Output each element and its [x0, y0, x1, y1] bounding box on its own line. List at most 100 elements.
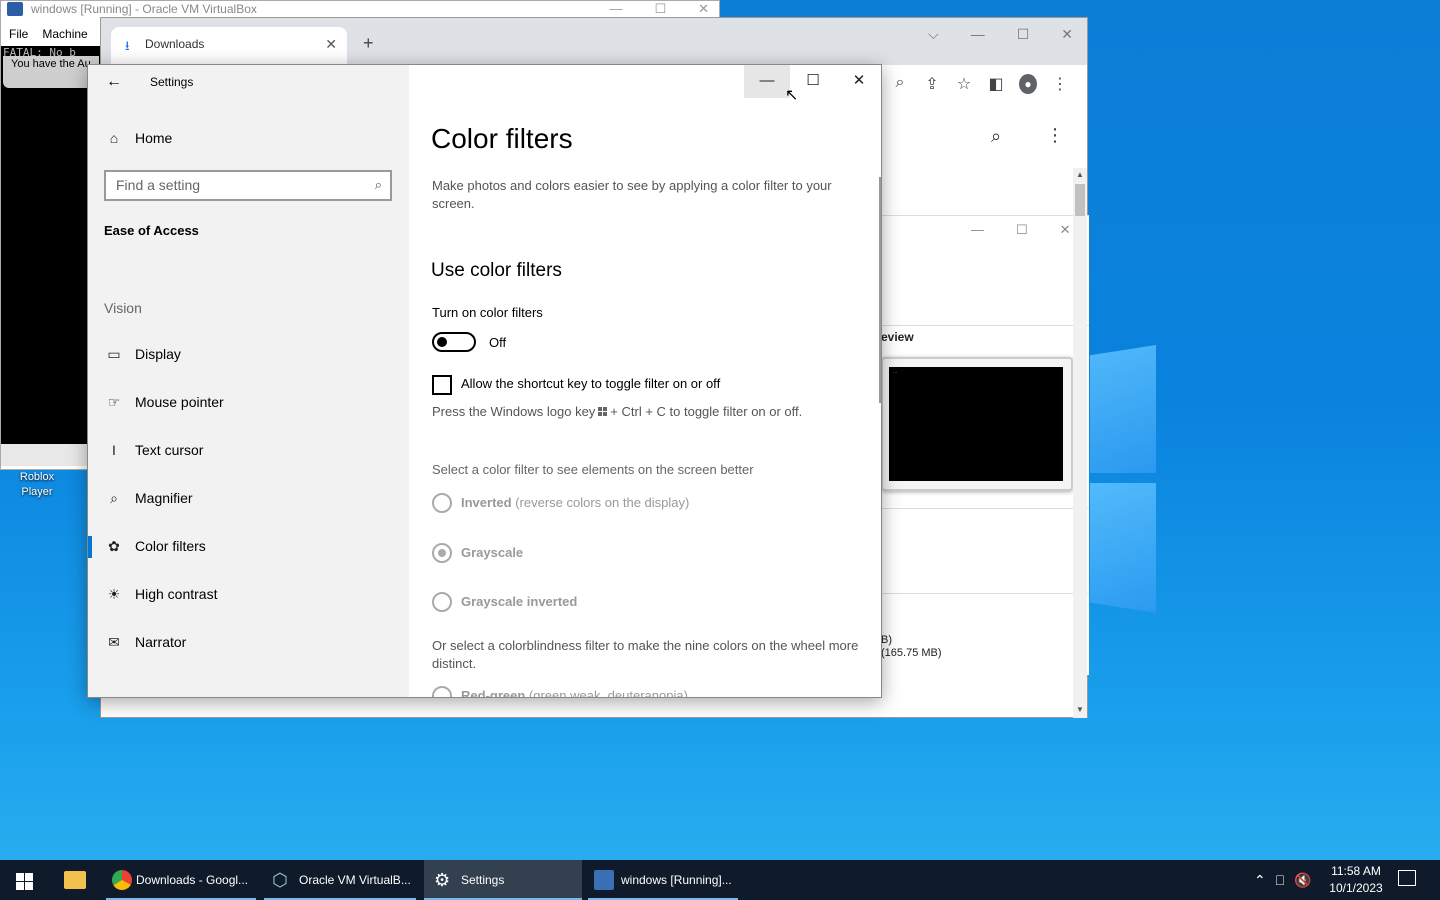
- scrollbar-thumb[interactable]: [1075, 184, 1085, 216]
- taskbar-item-label: Downloads - Googl...: [136, 873, 249, 887]
- taskbar-item-virtualbox[interactable]: ⬡ Oracle VM VirtualB...: [264, 860, 416, 900]
- taskbar-item-chrome[interactable]: Downloads - Googl...: [106, 860, 256, 900]
- taskbar-item-label: Settings: [461, 873, 505, 887]
- vm-screen[interactable]: FATAL: No b: [1, 46, 101, 444]
- clock[interactable]: 11:58 AM 10/1/2023: [1324, 863, 1388, 897]
- nav-item-text-cursor[interactable]: I Text cursor: [88, 431, 409, 469]
- system-tray: ⌃ ⎕ 🔇: [1254, 860, 1312, 900]
- radio-inverted-label[interactable]: Inverted (reverse colors on the display): [461, 495, 689, 510]
- tab-strip: ⭳ Downloads ✕ + ⌵ — ☐ ✕: [101, 18, 1087, 65]
- close-icon[interactable]: ✕: [1060, 222, 1071, 238]
- tab-search-icon[interactable]: ⌵: [928, 26, 939, 43]
- network-icon[interactable]: ⎕: [1276, 860, 1284, 900]
- radio-grayscale-label[interactable]: Grayscale: [461, 545, 523, 560]
- start-button[interactable]: [0, 860, 48, 900]
- chrome-icon: [112, 870, 132, 890]
- maximize-icon[interactable]: ☐: [654, 1, 666, 17]
- preview-text: ...: [893, 369, 898, 375]
- minimize-icon[interactable]: —: [971, 26, 985, 43]
- radio-red-green-label[interactable]: Red-green (green weak, deuteranopia): [461, 688, 688, 697]
- group-label: Vision: [104, 300, 142, 316]
- tab-downloads[interactable]: ⭳ Downloads ✕: [111, 27, 347, 65]
- hint-text: Press the Windows logo key: [432, 404, 596, 419]
- scroll-up-icon[interactable]: ▲: [1076, 170, 1084, 179]
- chevron-up-icon[interactable]: ⌃: [1254, 860, 1266, 900]
- vm-notification-text: You have the Au: [11, 58, 91, 70]
- content-scrollbar[interactable]: [879, 177, 881, 403]
- back-arrow-icon[interactable]: ←: [106, 73, 122, 91]
- bookmark-star-icon[interactable]: ☆: [955, 74, 973, 94]
- desktop-icon-roblox[interactable]: Roblox Player: [10, 470, 64, 500]
- minimize-button[interactable]: —: [744, 65, 790, 98]
- nav-item-mouse-pointer[interactable]: ☞ Mouse pointer: [88, 383, 409, 421]
- virtualbox-icon: [7, 2, 23, 16]
- settings-window[interactable]: ← Settings ⌂ Home Find a setting ⌕ Ease …: [87, 64, 882, 698]
- search-downloads-icon[interactable]: ⌕: [991, 126, 1001, 147]
- shortcut-checkbox[interactable]: [432, 375, 452, 395]
- menu-file[interactable]: File: [9, 18, 28, 41]
- filter-select-label: Select a color filter to see elements on…: [432, 462, 754, 477]
- taskbar-item-label: windows [Running]...: [621, 873, 732, 887]
- radio-grayscale[interactable]: [432, 543, 452, 563]
- taskbar-item-vm[interactable]: windows [Running]...: [588, 860, 738, 900]
- nav-item-label: Display: [135, 346, 181, 362]
- close-button[interactable]: ✕: [836, 65, 881, 98]
- scrollbar[interactable]: ▲ ▼: [1073, 168, 1087, 718]
- minimize-icon[interactable]: —: [971, 222, 984, 238]
- mouse-cursor-icon: ↖: [785, 87, 799, 104]
- virtualbox-titlebar[interactable]: windows [Running] - Oracle VM VirtualBox…: [1, 1, 719, 18]
- share-icon[interactable]: ⇪: [923, 74, 941, 94]
- nav-home-label: Home: [135, 130, 173, 146]
- radio-grayscale-inverted[interactable]: [432, 592, 452, 612]
- nav-item-magnifier[interactable]: ⌕ Magnifier: [88, 479, 409, 517]
- notification-center-icon[interactable]: [1398, 870, 1416, 886]
- vm-statusbar: [1, 444, 101, 466]
- close-icon[interactable]: ✕: [1061, 26, 1073, 43]
- taskbar-item-settings[interactable]: ⚙ Settings: [424, 860, 582, 900]
- section-title: Use color filters: [431, 260, 562, 281]
- scroll-down-icon[interactable]: ▼: [1076, 705, 1084, 714]
- search-input[interactable]: Find a setting ⌕: [104, 170, 392, 201]
- toggle-knob: [437, 337, 447, 347]
- tab-close-icon[interactable]: ✕: [325, 36, 337, 53]
- color-filters-toggle[interactable]: [432, 332, 476, 352]
- nav-item-display[interactable]: ▭ Display: [88, 335, 409, 373]
- nav-item-narrator[interactable]: ✉ Narrator: [88, 623, 409, 661]
- preview-thumbnail[interactable]: ...: [881, 357, 1073, 491]
- search-icon: ⌕: [374, 177, 382, 192]
- file-explorer-icon[interactable]: [64, 871, 86, 889]
- volume-muted-icon[interactable]: 🔇: [1294, 860, 1311, 900]
- inner-window[interactable]: — ☐ ✕ eview ... B) (165.75 MB): [881, 215, 1089, 675]
- radio-inverted[interactable]: [432, 493, 452, 513]
- file-size: (165.75 MB): [881, 647, 942, 659]
- new-tab-icon[interactable]: +: [363, 33, 374, 54]
- vm-notification[interactable]: You have the Au: [3, 56, 99, 88]
- category-heading: Ease of Access: [104, 223, 199, 238]
- download-icon: ⭳: [125, 38, 130, 53]
- downloads-more-icon[interactable]: ⋮: [1046, 125, 1064, 146]
- page-title: Color filters: [431, 123, 573, 154]
- nav-item-color-filters[interactable]: ✿ Color filters: [88, 527, 409, 565]
- home-icon: ⌂: [109, 130, 119, 146]
- maximize-icon[interactable]: ☐: [1016, 222, 1028, 238]
- close-icon[interactable]: ✕: [698, 1, 709, 17]
- side-panel-icon[interactable]: ◧: [987, 74, 1005, 94]
- minimize-icon[interactable]: —: [609, 1, 622, 17]
- toolbar-icons: ⌕ ⇪ ☆ ◧ ● ⋮: [891, 74, 1069, 94]
- shortcut-checkbox-label[interactable]: Allow the shortcut key to toggle filter …: [461, 376, 720, 391]
- toggle-state: Off: [489, 335, 507, 350]
- radio-red-green[interactable]: [432, 686, 452, 697]
- nav-home[interactable]: ⌂ Home: [88, 119, 409, 157]
- desktop-icon-label: Roblox Player: [19, 471, 55, 498]
- high-contrast-icon: ☀: [107, 586, 121, 602]
- nav-item-high-contrast[interactable]: ☀ High contrast: [88, 575, 409, 613]
- maximize-icon[interactable]: ☐: [1017, 26, 1030, 43]
- profile-avatar-icon[interactable]: ●: [1019, 74, 1037, 94]
- menu-machine[interactable]: Machine: [42, 18, 87, 41]
- nav-item-label: Mouse pointer: [135, 394, 224, 410]
- color-filters-icon: ✿: [108, 538, 120, 554]
- radio-grayscale-inverted-label[interactable]: Grayscale inverted: [461, 594, 577, 609]
- zoom-icon[interactable]: ⌕: [891, 74, 909, 94]
- more-menu-icon[interactable]: ⋮: [1051, 74, 1069, 94]
- tab-title: Downloads: [145, 37, 205, 51]
